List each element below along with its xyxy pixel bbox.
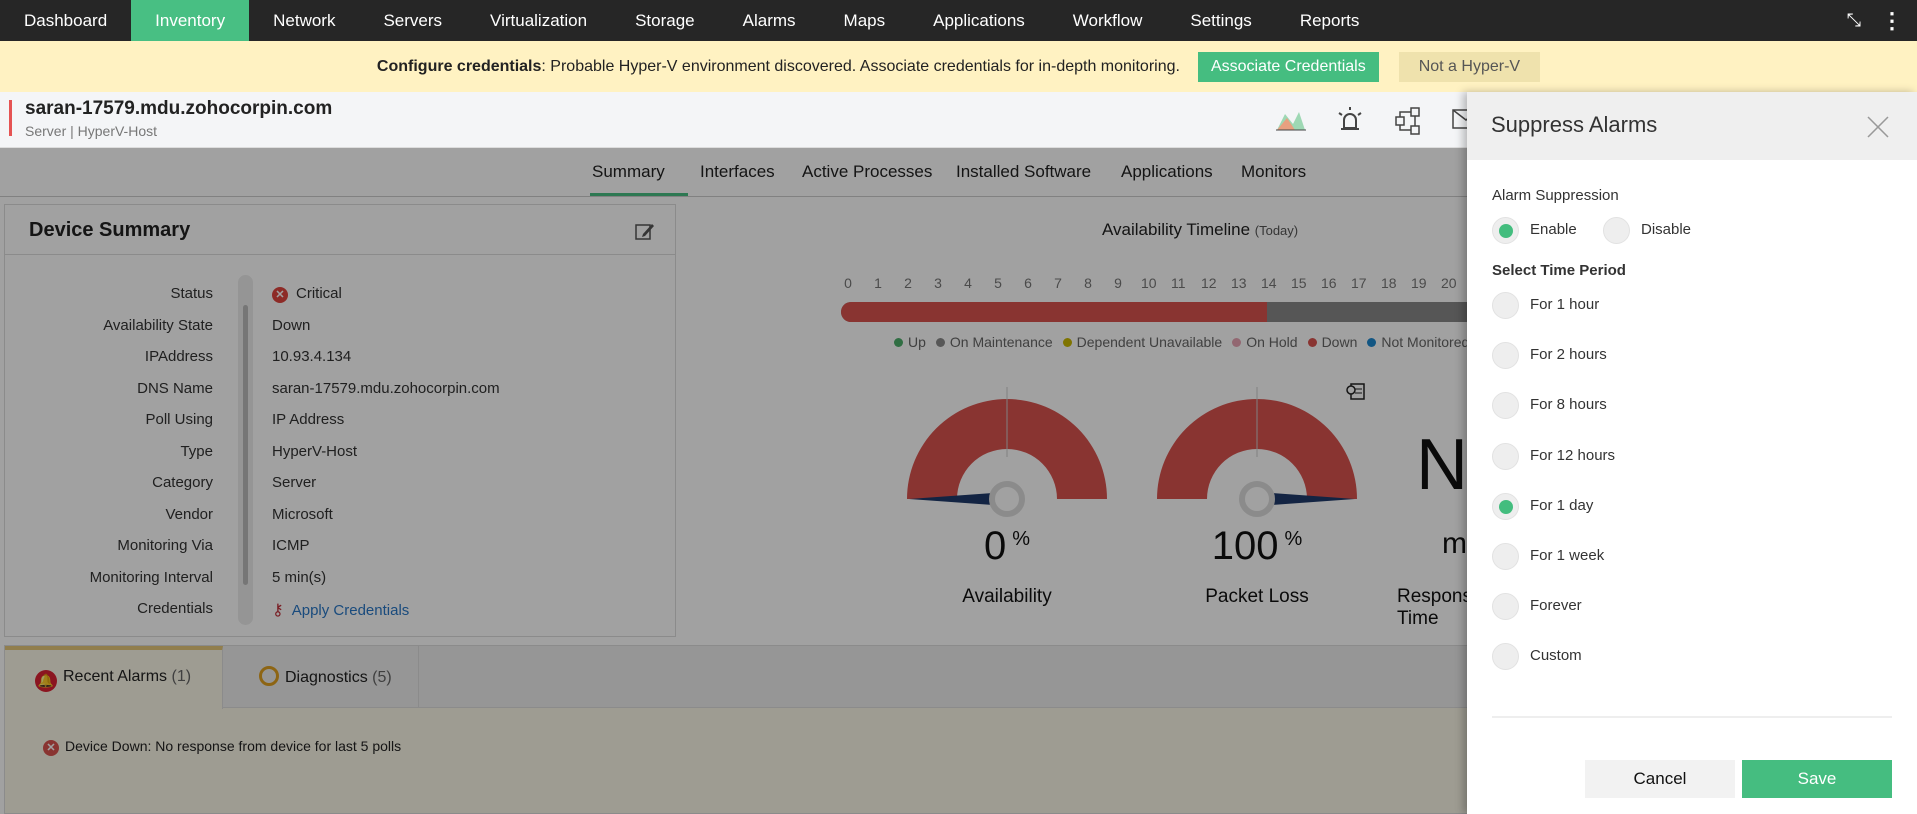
top-nav: Dashboard Inventory Network Servers Virtuali… xyxy=(0,0,1917,41)
nav-inventory[interactable]: Inventory xyxy=(131,0,250,41)
nav-virtualization[interactable]: Virtualization xyxy=(466,0,611,41)
nav-settings[interactable]: Settings xyxy=(1166,0,1275,41)
enable-radio[interactable] xyxy=(1492,217,1519,244)
period-label: Custom xyxy=(1530,647,1582,665)
period-label: Forever xyxy=(1530,597,1582,615)
save-button[interactable]: Save xyxy=(1742,760,1892,798)
collapse-icon[interactable]: ⤡ xyxy=(1847,10,1861,31)
nav-network[interactable]: Network xyxy=(249,0,359,41)
period-radio[interactable] xyxy=(1492,292,1519,319)
workflow-icon[interactable] xyxy=(1393,106,1423,136)
time-period-label: Select Time Period xyxy=(1492,262,1626,279)
disable-label: Disable xyxy=(1641,221,1692,238)
period-label: For 1 hour xyxy=(1530,296,1600,313)
banner-title: Configure credentials xyxy=(376,57,542,75)
period-radio[interactable] xyxy=(1492,593,1519,621)
nav-storage[interactable]: Storage xyxy=(611,0,719,41)
nav-dashboard[interactable]: Dashboard xyxy=(0,0,131,41)
cancel-button[interactable]: Cancel xyxy=(1585,760,1735,798)
close-icon[interactable] xyxy=(1867,116,1889,138)
period-radio[interactable] xyxy=(1492,442,1519,470)
period-radio[interactable] xyxy=(1492,392,1519,420)
period-label: For 2 hours xyxy=(1530,346,1607,364)
status-indicator xyxy=(9,100,12,136)
period-radio[interactable] xyxy=(1492,342,1519,370)
device-subtitle: Server | HyperV-Host xyxy=(25,123,158,139)
disable-radio[interactable] xyxy=(1603,217,1630,244)
nav-maps[interactable]: Maps xyxy=(820,0,910,41)
nav-servers[interactable]: Servers xyxy=(359,0,466,41)
alarm-bell-icon[interactable] xyxy=(1335,106,1365,136)
nav-reports[interactable]: Reports xyxy=(1276,0,1384,41)
nav-workflow[interactable]: Workflow xyxy=(1049,0,1167,41)
banner-text: : Probable Hyper-V environment discovere… xyxy=(541,57,1180,75)
enable-label: Enable xyxy=(1530,221,1577,238)
panel-title: Suppress Alarms xyxy=(1491,112,1658,137)
period-label: For 1 day xyxy=(1530,496,1594,514)
more-options-icon[interactable]: ⋮ xyxy=(1881,8,1903,34)
period-label: For 1 week xyxy=(1530,547,1605,564)
not-hyperv-button[interactable]: Not a Hyper-V xyxy=(1398,51,1541,82)
period-radio[interactable] xyxy=(1492,492,1519,520)
associate-credentials-button[interactable]: Associate Credentials xyxy=(1197,51,1379,82)
period-label: For 8 hours xyxy=(1530,396,1607,414)
period-label: For 12 hours xyxy=(1530,446,1616,464)
suppress-alarms-panel: Suppress Alarms Alarm Suppression Enable… xyxy=(1467,92,1917,814)
period-radio[interactable] xyxy=(1492,543,1519,570)
nav-alarms[interactable]: Alarms xyxy=(719,0,820,41)
alarm-suppression-label: Alarm Suppression xyxy=(1492,187,1619,204)
period-radio[interactable] xyxy=(1492,643,1519,671)
credentials-banner: Configure credentials: Probable Hyper-V … xyxy=(0,41,1917,92)
device-name: saran-17579.mdu.zohocorpin.com xyxy=(25,98,333,119)
graph-icon[interactable] xyxy=(1275,106,1307,132)
nav-applications[interactable]: Applications xyxy=(909,0,1049,41)
